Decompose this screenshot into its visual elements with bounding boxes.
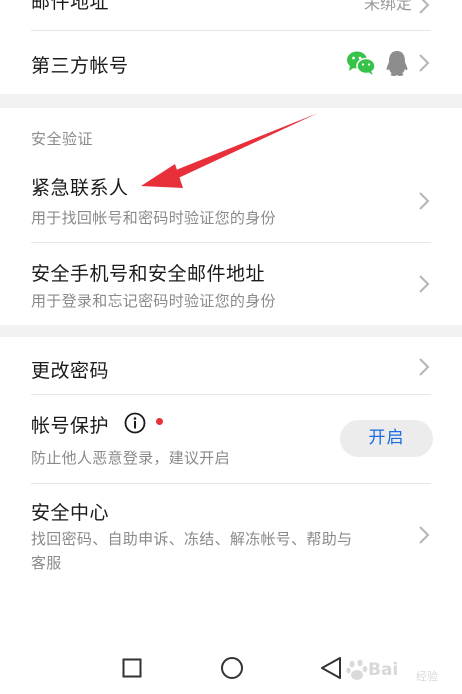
emergency-contact-row[interactable]: 紧急联系人 用于找回帐号和密码时验证您的身份 <box>0 160 462 242</box>
email-row-title: 邮件地址 <box>31 0 110 13</box>
square-icon[interactable] <box>122 658 142 678</box>
third-party-account-title: 第三方帐号 <box>31 55 129 77</box>
paw-icon <box>346 659 368 680</box>
security-center-subtitle-line2: 客服 <box>31 554 62 572</box>
emergency-contact-title: 紧急联系人 <box>31 177 129 199</box>
alert-dot <box>156 418 163 425</box>
security-center-row[interactable]: 安全中心 找回密码、自助申诉、冻结、解冻帐号、帮助与 客服 <box>0 484 462 584</box>
chevron-right-icon <box>419 358 430 376</box>
account-protection-title: 帐号保护 <box>31 415 110 437</box>
account-protection-subtitle: 防止他人恶意登录，建议开启 <box>31 449 230 467</box>
security-center-subtitle-line1: 找回密码、自助申诉、冻结、解冻帐号、帮助与 <box>31 530 353 548</box>
chevron-right-icon <box>419 54 430 72</box>
email-row-value: 未绑定 <box>363 0 412 13</box>
watermark-sub: 经验 <box>416 670 438 683</box>
baidu-watermark: Bai 经验 <box>346 650 456 690</box>
section-gap <box>0 94 462 108</box>
security-phone-email-row[interactable]: 安全手机号和安全邮件地址 用于登录和忘记密码时验证您的身份 <box>0 243 462 325</box>
emergency-contact-subtitle: 用于找回帐号和密码时验证您的身份 <box>31 209 276 227</box>
security-phone-email-title: 安全手机号和安全邮件地址 <box>31 263 266 285</box>
security-section-label: 安全验证 <box>31 130 94 148</box>
third-party-account-row[interactable]: 第三方帐号 <box>0 31 462 94</box>
change-password-row[interactable]: 更改密码 <box>0 337 462 394</box>
email-row[interactable]: 邮件地址 未绑定 <box>0 0 462 30</box>
info-icon[interactable] <box>124 412 146 434</box>
change-password-title: 更改密码 <box>31 360 110 382</box>
chevron-right-icon <box>419 275 430 293</box>
triangle-back-icon[interactable] <box>320 656 342 680</box>
wechat-icon <box>347 51 376 75</box>
qq-icon <box>386 51 408 76</box>
circle-icon[interactable] <box>220 656 244 680</box>
account-security-screen: 邮件地址 未绑定 第三方帐号 安全验证 紧急联系人 用于找回帐号和密码时验证您的… <box>0 0 462 694</box>
chevron-right-icon <box>419 526 430 544</box>
security-phone-email-subtitle: 用于登录和忘记密码时验证您的身份 <box>31 292 276 310</box>
chevron-right-icon <box>419 0 430 14</box>
section-gap <box>0 325 462 337</box>
enable-protection-button[interactable]: 开启 <box>340 420 433 457</box>
chevron-right-icon <box>419 192 430 210</box>
watermark-text: Bai <box>368 660 399 680</box>
security-center-title: 安全中心 <box>31 502 110 524</box>
